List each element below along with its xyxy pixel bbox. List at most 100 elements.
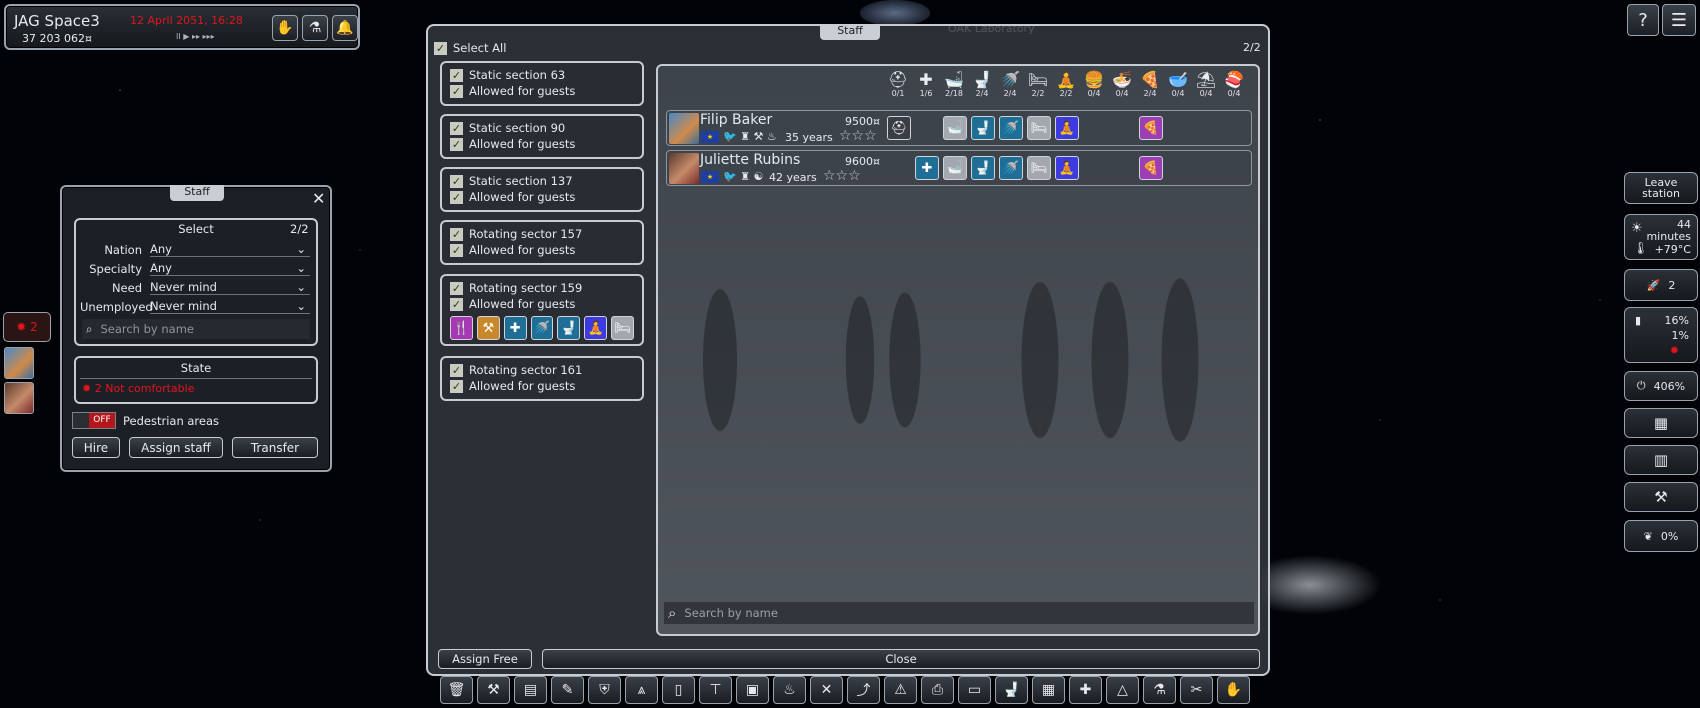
check-icon[interactable]: ✓ <box>450 84 463 98</box>
bus-icon[interactable]: ▭ <box>958 676 991 704</box>
avatar-filip[interactable] <box>4 347 34 379</box>
speed-controls[interactable]: II ▶ ▸▸ ▸▸▸ <box>176 32 215 41</box>
bed-icon[interactable]: 🛏 <box>1027 156 1051 180</box>
section-name: Rotating sector 161 <box>469 363 583 377</box>
section-box[interactable]: ✓ Static section 137 ✓ Allowed for guests <box>440 167 644 212</box>
building-icon[interactable]: ▦ <box>1032 676 1065 704</box>
eu-flag-icon: ★ <box>701 171 719 183</box>
shield-icon[interactable]: ⛨ <box>588 676 621 704</box>
toilet-icon[interactable]: 🚽 <box>557 316 581 340</box>
select-count: 2/2 <box>290 222 309 236</box>
select-all-checkbox[interactable]: ✓ Select All <box>434 41 506 55</box>
pizza-icon[interactable]: 🍕 <box>1139 156 1163 180</box>
bath-icon[interactable]: 🛁 <box>943 156 967 180</box>
flask-icon[interactable]: ⚗ <box>1143 676 1176 704</box>
rockets-panel[interactable]: 🚀 2 <box>1624 269 1698 301</box>
trash-icon[interactable]: 🗑 <box>440 676 473 704</box>
pyramid-icon[interactable]: △ <box>1106 676 1139 704</box>
handshake-icon[interactable]: ✋ <box>1217 676 1250 704</box>
menu-icon[interactable]: ☰ <box>1662 4 1696 36</box>
resources-panel: ▮ 16% 1% ✹ <box>1624 307 1698 363</box>
staff-row[interactable]: Juliette Rubins 9600¤ ★ 🐦 ♜ ☯ 42 years ☆… <box>666 150 1252 186</box>
filter-unemployed[interactable]: Unemployed Never mind ⌄ <box>80 297 310 316</box>
table-icon[interactable]: ⊤ <box>699 676 732 704</box>
calculator-button[interactable]: ▦ <box>1624 408 1698 438</box>
staff-search-field[interactable]: ⌕ Search by name <box>664 602 1254 624</box>
check-icon[interactable]: ✓ <box>450 174 463 188</box>
meditation-icon[interactable]: 🧘 <box>1055 116 1079 140</box>
staff-name: Juliette Rubins <box>700 152 801 168</box>
helmet-icon[interactable]: ⛑ <box>887 116 911 140</box>
hammer-icon[interactable]: ⚒ <box>477 676 510 704</box>
door-icon[interactable]: ▯ <box>662 676 695 704</box>
toilet-icon[interactable]: 🚽 <box>995 676 1028 704</box>
tools-icon[interactable]: ⚒ <box>476 316 500 340</box>
check-icon[interactable]: ✓ <box>450 227 463 241</box>
shower-icon[interactable]: 🚿 <box>999 116 1023 140</box>
stairs-icon[interactable]: ⩓ <box>625 676 658 704</box>
medical-icon[interactable]: ✚ <box>503 316 527 340</box>
medical-icon[interactable]: ✚ <box>1069 676 1102 704</box>
shower-icon[interactable]: 🚿 <box>530 316 554 340</box>
warning-icon[interactable]: ⚠ <box>884 676 917 704</box>
check-icon[interactable]: ✓ <box>450 379 463 393</box>
check-icon[interactable]: ✓ <box>450 121 463 135</box>
shower-icon[interactable]: 🚿 <box>999 156 1023 180</box>
close-button[interactable]: Close <box>542 649 1260 669</box>
pencil-icon[interactable]: ✎ <box>551 676 584 704</box>
avatar-juliette[interactable] <box>4 382 34 414</box>
tools-button[interactable]: ⚒ <box>1624 482 1698 512</box>
bed-icon[interactable]: 🛏 <box>611 316 635 340</box>
box-icon[interactable]: ▣ <box>736 676 769 704</box>
help-icon[interactable]: ? <box>1627 4 1659 36</box>
pizza-icon[interactable]: 🍕 <box>1139 116 1163 140</box>
close-icon[interactable]: ✕ <box>312 189 325 208</box>
search-field[interactable]: ⌕ Search by name <box>82 319 310 339</box>
transfer-button[interactable]: Transfer <box>232 437 318 458</box>
assign-staff-button[interactable]: Assign staff <box>129 437 223 458</box>
restaurant-icon[interactable]: 🍴 <box>450 316 473 340</box>
building-button[interactable]: ▥ <box>1624 445 1698 475</box>
printer-icon[interactable]: ⎙ <box>921 676 954 704</box>
check-icon[interactable]: ✓ <box>450 68 463 82</box>
sun-icon: ☀ <box>1631 221 1643 236</box>
bath-icon[interactable]: 🛁 <box>943 116 967 140</box>
assign-free-button[interactable]: Assign Free <box>438 649 532 669</box>
corridor-icon[interactable]: ▤ <box>514 676 547 704</box>
check-icon[interactable]: ✓ <box>450 297 463 311</box>
section-box-selected[interactable]: ✓ Rotating sector 159 ✓ Allowed for guests… <box>440 274 644 346</box>
check-icon[interactable]: ✓ <box>450 190 463 204</box>
tools-icon[interactable]: ✕ <box>810 676 843 704</box>
section-box[interactable]: ✓ Rotating sector 161 ✓ Allowed for guests <box>440 356 644 401</box>
toilet-icon[interactable]: 🚽 <box>971 116 995 140</box>
section-box[interactable]: ✓ Static section 90 ✓ Allowed for guests <box>440 114 644 159</box>
filter-need[interactable]: Need Never mind ⌄ <box>80 278 310 297</box>
handshake-icon[interactable]: ✋ <box>272 15 298 41</box>
toilet-icon[interactable]: 🚽 <box>971 156 995 180</box>
meditation-icon[interactable]: 🧘 <box>584 316 608 340</box>
crossed-tools-icon[interactable]: ✂ <box>1180 676 1213 704</box>
check-icon[interactable]: ✓ <box>450 243 463 257</box>
filter-specialty[interactable]: Specialty Any ⌄ <box>80 259 310 278</box>
pot-icon[interactable]: ♨ <box>773 676 806 704</box>
hire-button[interactable]: Hire <box>72 437 120 458</box>
bottom-toolbar: 🗑 ⚒ ▤ ✎ ⛨ ⩓ ▯ ⊤ ▣ ♨ ✕ ⤴ ⚠ ⎙ ▭ 🚽 ▦ ✚ △ ⚗ … <box>440 676 1250 704</box>
oxygen-panel[interactable]: ❦ 0% <box>1624 520 1698 552</box>
alert-badge[interactable]: ✹ 2 <box>3 312 51 342</box>
section-box[interactable]: ✓ Rotating sector 157 ✓ Allowed for guests <box>440 220 644 265</box>
staff-row[interactable]: Filip Baker 9500¤ ★ 🐦 ♜ ⚒ ♨ 35 years ☆☆☆… <box>666 110 1252 146</box>
check-icon[interactable]: ✓ <box>450 137 463 151</box>
flask-icon[interactable]: ⚗ <box>302 15 328 41</box>
chart-icon[interactable]: ⤴ <box>847 676 880 704</box>
leave-station-button[interactable]: Leave station <box>1624 172 1698 204</box>
bed-icon[interactable]: 🛏 <box>1027 116 1051 140</box>
meditation-icon[interactable]: 🧘 <box>1055 156 1079 180</box>
section-box[interactable]: ✓ Static section 63 ✓ Allowed for guests <box>440 61 644 106</box>
check-icon[interactable]: ✓ <box>450 363 463 377</box>
power-panel[interactable]: ⏻ 406% <box>1624 371 1698 401</box>
check-icon[interactable]: ✓ <box>450 281 463 295</box>
filter-nation[interactable]: Nation Any ⌄ <box>80 240 310 259</box>
pedestrian-toggle[interactable]: OFF <box>72 412 116 429</box>
bell-icon[interactable]: 🔔 <box>332 15 358 41</box>
medical-icon[interactable]: ✚ <box>915 156 939 180</box>
